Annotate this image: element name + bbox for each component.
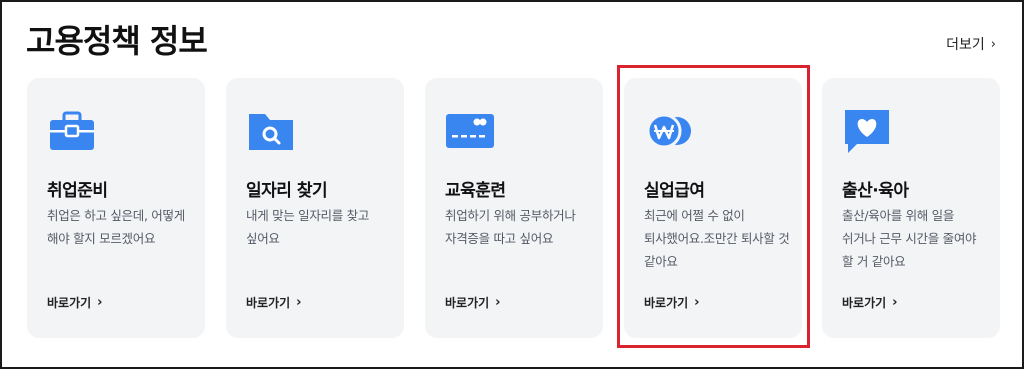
card-description: 취업은 하고 싶은데, 어떻게 해야 할지 모르겠어요 (47, 208, 185, 246)
card-childcare[interactable]: 출산·육아 출산/육아를 위해 일을 쉬거나 근무 시간을 줄여야 할 거 같아… (822, 78, 1000, 338)
chevron-right-icon: › (694, 295, 700, 310)
won-coin-icon (646, 113, 691, 149)
card-job-search[interactable]: 일자리 찾기 내게 맞는 일자리를 찾고 싶어요 바로가기 › (226, 78, 404, 338)
card-description: 내게 맞는 일자리를 찾고 싶어요 (246, 208, 370, 246)
card-description: 최근에 어쩔 수 없이 퇴사했어요.조만간 퇴사할 것 같아요 (644, 208, 790, 269)
chevron-right-icon: › (892, 295, 898, 310)
chevron-right-icon: › (990, 36, 996, 52)
more-link-label: 더보기 (946, 37, 985, 53)
chevron-right-icon: › (495, 295, 501, 310)
briefcase-icon (50, 111, 94, 150)
card-link-label: 바로가기 (445, 296, 490, 310)
folder-search-icon (249, 114, 293, 150)
more-link[interactable]: 더보기 › (946, 34, 996, 54)
credit-card-icon (446, 114, 494, 148)
card-training[interactable]: 교육훈련 취업하기 위해 공부하거나 자격증을 따고 싶어요 바로가기 › (425, 78, 603, 338)
card-go-link[interactable]: 바로가기 › (644, 294, 700, 311)
page-title: 고용정책 정보 (26, 22, 208, 60)
card-title: 일자리 찾기 (246, 181, 328, 201)
card-link-label: 바로가기 (246, 296, 291, 310)
card-description: 취업하기 위해 공부하거나 자격증을 따고 싶어요 (445, 208, 576, 246)
card-title: 출산·육아 (842, 181, 909, 201)
card-title: 교육훈련 (445, 181, 506, 201)
card-title: 실업급여 (644, 181, 705, 201)
card-title: 취업준비 (47, 181, 108, 201)
card-link-label: 바로가기 (842, 296, 887, 310)
card-link-label: 바로가기 (47, 296, 92, 310)
card-job-prep[interactable]: 취업준비 취업은 하고 싶은데, 어떻게 해야 할지 모르겠어요 바로가기 › (27, 78, 205, 338)
card-description: 출산/육아를 위해 일을 쉬거나 근무 시간을 줄여야 할 거 같아요 (842, 208, 977, 269)
card-go-link[interactable]: 바로가기 › (246, 294, 302, 311)
card-go-link[interactable]: 바로가기 › (47, 294, 103, 311)
card-link-label: 바로가기 (644, 296, 689, 310)
card-go-link[interactable]: 바로가기 › (842, 294, 898, 311)
chevron-right-icon: › (296, 295, 302, 310)
card-unemployment-benefit[interactable]: 실업급여 최근에 어쩔 수 없이 퇴사했어요.조만간 퇴사할 것 같아요 바로가… (624, 78, 802, 338)
chevron-right-icon: › (97, 295, 103, 310)
card-go-link[interactable]: 바로가기 › (445, 294, 501, 311)
heart-chat-icon (845, 110, 889, 153)
